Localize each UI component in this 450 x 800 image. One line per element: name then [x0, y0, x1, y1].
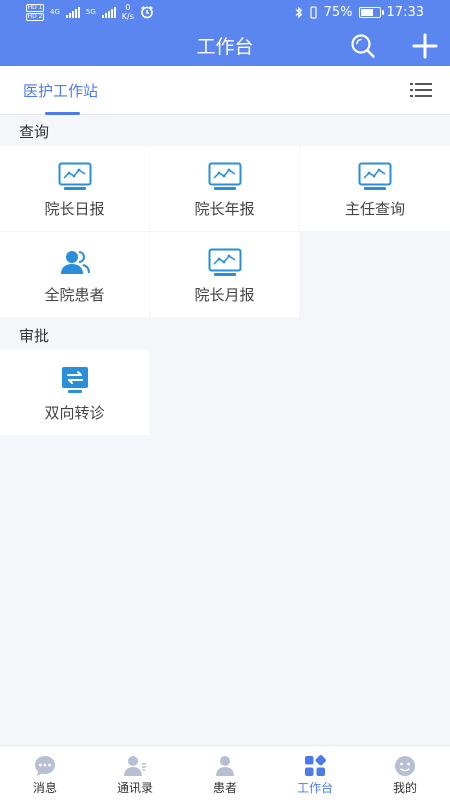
nav-label: 工作台	[296, 781, 333, 795]
nav-label: 消息	[32, 781, 57, 795]
hd1-badge: HD 1	[26, 3, 44, 12]
network-speed-unit: K/s	[121, 12, 134, 21]
approval-item-label: 双向转诊	[44, 404, 105, 422]
query-item-label: 院长月报	[194, 286, 255, 304]
tab-active-indicator	[45, 112, 80, 115]
battery-percent: 75%	[323, 5, 353, 20]
page-title: 工作台	[196, 36, 254, 58]
monitor-chart-icon	[208, 248, 241, 276]
vibrate-icon	[310, 6, 317, 19]
hd-indicators: HD 1 HD 2	[26, 3, 44, 21]
status-bar: HD 1 HD 2 4G 5G 0 K/s 75% 17:33	[0, 0, 450, 26]
profile-icon	[395, 756, 415, 776]
contacts-icon	[124, 756, 146, 776]
add-button[interactable]	[410, 31, 440, 61]
tab-label: 医护工作站	[23, 82, 99, 100]
plus-icon	[412, 33, 438, 59]
section-label-approval: 审批	[19, 327, 50, 345]
query-item-annual-report[interactable]: 院长年报	[150, 146, 299, 231]
monitor-chart-icon	[58, 162, 91, 190]
menu-button[interactable]	[410, 78, 432, 102]
nav-item-workbench[interactable]: 工作台	[270, 746, 360, 800]
query-item-daily-report[interactable]: 院长日报	[0, 146, 149, 231]
patients-icon	[60, 251, 90, 274]
nav-label: 我的	[392, 781, 417, 795]
nav-label: 通讯录	[116, 781, 153, 795]
title-bar: 工作台	[0, 26, 450, 66]
status-bar-left: HD 1 HD 2 4G 5G 0 K/s	[26, 3, 154, 21]
chat-icon	[35, 756, 55, 776]
approval-item-two-way-referral[interactable]: 双向转诊	[0, 350, 149, 435]
app-header: HD 1 HD 2 4G 5G 0 K/s 75% 17:33 工作台	[0, 0, 450, 66]
network-type-1: 4G	[50, 8, 60, 16]
query-item-label: 主任查询	[344, 200, 405, 218]
network-speed: 0 K/s	[122, 3, 134, 21]
network-speed-value: 0	[125, 3, 131, 12]
query-item-director-query[interactable]: 主任查询	[300, 146, 450, 231]
clock: 17:33	[386, 5, 424, 20]
search-icon	[351, 34, 375, 58]
query-item-label: 院长年报	[194, 200, 255, 218]
list-menu-icon	[410, 83, 432, 97]
approval-grid: 双向转诊	[0, 350, 450, 435]
tab-medical-workstation[interactable]: 医护工作站	[18, 66, 110, 115]
search-button[interactable]	[348, 31, 378, 61]
bottom-nav: 消息 通讯录 患者 工作台 我的	[0, 745, 450, 800]
nav-item-contacts[interactable]: 通讯录	[90, 746, 180, 800]
query-item-label: 全院患者	[44, 286, 105, 304]
signal-icon-2	[101, 6, 116, 18]
query-item-monthly-report[interactable]: 院长月报	[150, 232, 299, 317]
nav-label: 患者	[212, 781, 237, 795]
hd2-badge: HD 2	[26, 12, 44, 21]
monitor-chart-icon	[208, 162, 241, 190]
query-grid: 院长日报 院长年报 主任查询 全院患者 院长月报	[0, 146, 450, 317]
signal-icon	[65, 6, 80, 18]
nav-item-patients[interactable]: 患者	[180, 746, 270, 800]
query-item-all-patients[interactable]: 全院患者	[0, 232, 149, 317]
query-item-label: 院长日报	[44, 200, 105, 218]
monitor-chart-icon	[358, 162, 392, 190]
workbench-icon	[305, 755, 326, 776]
tab-bar: 医护工作站	[0, 66, 450, 115]
patient-icon	[216, 756, 234, 776]
status-bar-right: 75% 17:33	[295, 5, 424, 20]
transfer-icon	[61, 367, 88, 393]
bluetooth-icon	[295, 6, 303, 19]
alarm-clock-icon	[140, 5, 153, 19]
battery-icon	[358, 7, 384, 18]
nav-item-messages[interactable]: 消息	[0, 746, 90, 800]
nav-item-profile[interactable]: 我的	[360, 746, 450, 800]
section-label-query: 查询	[19, 123, 50, 141]
network-type-2: 5G	[85, 8, 96, 16]
